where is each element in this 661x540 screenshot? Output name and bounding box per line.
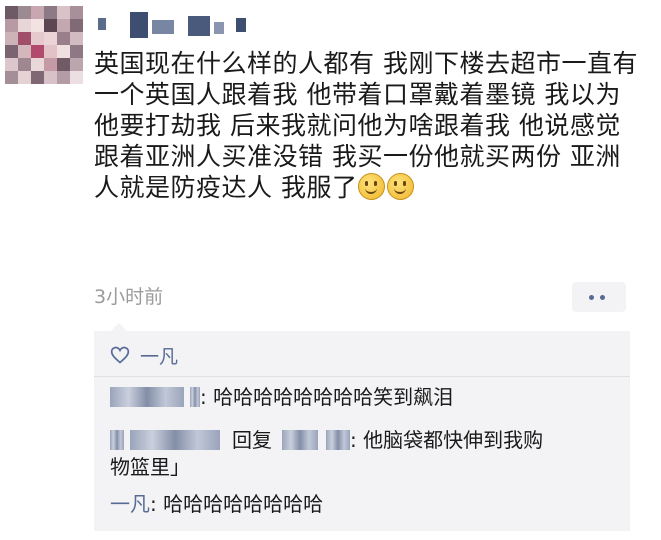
heart-outline-icon	[110, 346, 130, 364]
comment-1[interactable]: : 哈哈哈哈哈哈哈哈笑到飙泪	[110, 382, 453, 412]
likes-divider	[94, 376, 630, 377]
reply-target-redacted[interactable]	[282, 430, 318, 450]
more-options-button[interactable]	[572, 282, 626, 312]
commenter-name-redacted[interactable]	[110, 387, 184, 407]
more-dots-icon	[589, 295, 594, 300]
smile-emoji	[387, 173, 415, 200]
like-user-name[interactable]: 一凡	[140, 342, 178, 369]
post-timestamp: 3小时前	[94, 286, 164, 308]
comment-2-continued: 物篮里」	[110, 452, 190, 482]
reply-word: 回复	[232, 428, 272, 452]
commenter-name-redacted[interactable]	[110, 430, 124, 450]
post-body: 英国现在什么样的人都有 我刚下楼去超市一直有一个英国人跟着我 他带着口罩戴着墨镜…	[94, 48, 639, 203]
author-avatar[interactable]	[5, 6, 83, 84]
comment-3[interactable]: 一凡: 哈哈哈哈哈哈哈哈	[110, 489, 323, 519]
comment-2-text-line2: 物篮里」	[110, 455, 190, 479]
smile-emoji	[358, 173, 386, 200]
comment-1-text: : 哈哈哈哈哈哈哈哈笑到飙泪	[200, 385, 454, 409]
commenter-name[interactable]: 一凡	[110, 492, 150, 516]
comment-3-text: : 哈哈哈哈哈哈哈哈	[150, 492, 324, 516]
comment-2-text: : 他脑袋都快伸到我购	[350, 428, 544, 452]
likes-row: 一凡	[110, 341, 178, 369]
author-name-redacted[interactable]	[96, 8, 266, 40]
comment-2[interactable]: 回复 : 他脑袋都快伸到我购	[110, 425, 543, 455]
likes-comments-panel: 一凡 : 哈哈哈哈哈哈哈哈笑到飙泪 回复 : 他脑袋都快伸到我购 物篮里」 一凡:…	[94, 331, 630, 531]
